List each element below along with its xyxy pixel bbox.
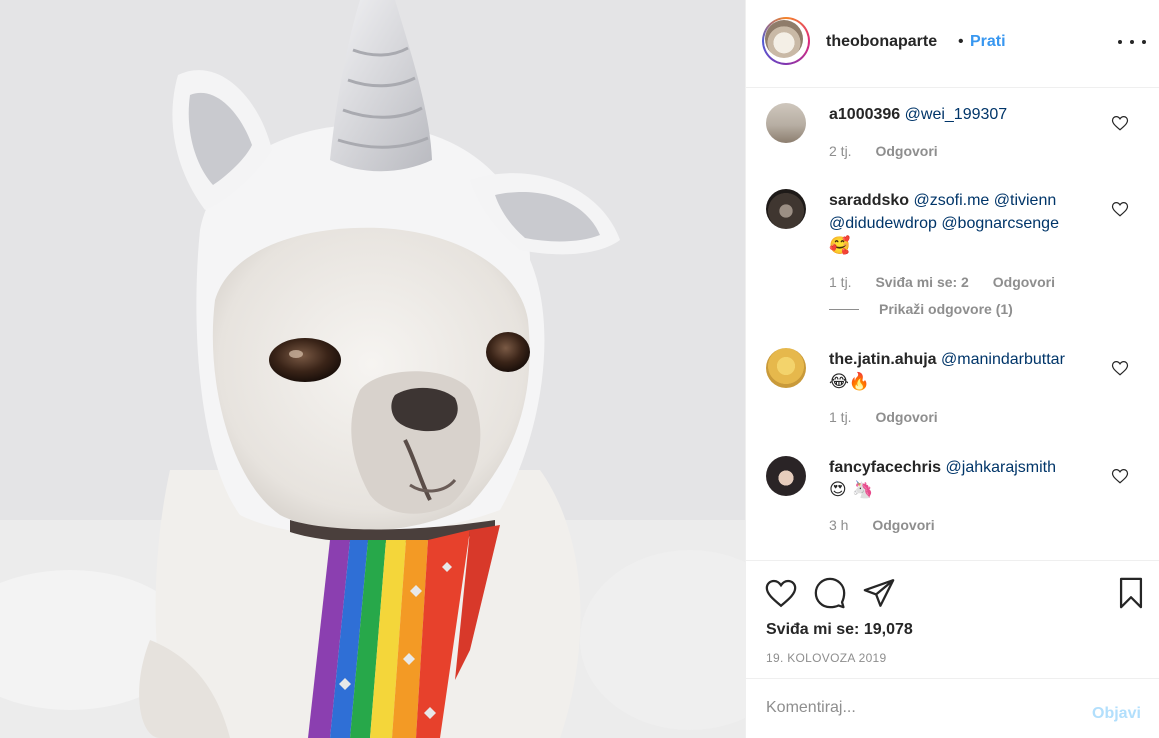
comment-time[interactable]: 1 tj. [829,409,852,425]
post-comment-button[interactable]: Objavi [1092,705,1141,723]
comment-username[interactable]: a1000396 [829,106,900,123]
comment-username[interactable]: the.jatin.ahuja [829,351,937,368]
comment-input[interactable] [766,695,1066,721]
comment-username[interactable]: saraddsko [829,192,909,209]
comment-time[interactable]: 1 tj. [829,274,852,290]
commenter-avatar[interactable] [766,348,806,388]
comment-emoji: 🥰 [829,236,851,256]
owner-username[interactable]: theobonaparte [826,33,937,51]
comment-icon[interactable] [813,576,847,610]
commenter-avatar[interactable] [766,189,806,229]
bookmark-icon[interactable] [1114,576,1148,610]
comment-meta: 3 h Odgovori [829,517,955,533]
instagram-post-view: theobonaparte • Prati a1000396 @wei_1993… [0,0,1159,738]
comment-text: fancyfacechris @jahkarajsmith 😍 🦄 [829,456,1109,502]
comment-emoji: 😂🔥 [829,372,871,392]
owner-avatar-image [765,20,803,58]
comment-meta: 1 tj. Odgovori [829,409,958,425]
comment-mentions[interactable]: @manindarbuttar [941,351,1065,368]
view-replies-button[interactable]: Prikaži odgovore (1) [829,301,1013,317]
share-icon[interactable] [862,576,896,610]
comments-list[interactable]: a1000396 @wei_199307 2 tj. Odgovori sara… [746,89,1159,559]
separator-dot: • [958,33,964,50]
comment-mentions[interactable]: @jahkarajsmith [946,459,1057,476]
comment-text: saraddsko @zsofi.me @tivienn @didudewdro… [829,189,1109,258]
post-header: theobonaparte • Prati [746,0,1159,88]
comment-like-count[interactable]: Sviđa mi se: 2 [875,274,968,290]
post-date[interactable]: 19. KOLOVOZA 2019 [766,651,887,665]
comment-mentions[interactable]: @wei_199307 [905,106,1008,123]
post-photo[interactable] [0,0,745,738]
comment-text: a1000396 @wei_199307 [829,103,1109,126]
post-like-count[interactable]: Sviđa mi se: 19,078 [766,621,913,639]
follow-button[interactable]: Prati [970,33,1006,51]
comment-text: the.jatin.ahuja @manindarbuttar 😂🔥 [829,348,1109,394]
comment-username[interactable]: fancyfacechris [829,459,941,476]
reply-button[interactable]: Odgovori [875,409,937,425]
reply-button[interactable]: Odgovori [872,517,934,533]
view-replies-label: Prikaži odgovore (1) [879,301,1013,317]
comment-composer: Objavi [746,678,1159,738]
more-dot [1118,40,1122,44]
comment-meta: 2 tj. Odgovori [829,143,958,159]
commenter-avatar[interactable] [766,103,806,143]
more-dot [1130,40,1134,44]
reply-button[interactable]: Odgovori [993,274,1055,290]
comment-like-heart-icon[interactable] [1111,467,1129,485]
heart-icon[interactable] [764,576,798,610]
comment-like-heart-icon[interactable] [1111,200,1129,218]
comment-time[interactable]: 3 h [829,517,848,533]
french-bulldog-unicorn-image [0,0,745,738]
more-options-icon[interactable] [1118,30,1146,54]
comment-emoji: 😍 🦄 [829,480,874,500]
post-actions: Sviđa mi se: 19,078 19. KOLOVOZA 2019 [746,560,1159,678]
comment-like-heart-icon[interactable] [1111,114,1129,132]
more-dot [1142,40,1146,44]
view-replies-line [829,308,859,310]
comment-meta: 1 tj. Sviđa mi se: 2 Odgovori [829,274,1075,290]
comment-time[interactable]: 2 tj. [829,143,852,159]
post-side-panel: theobonaparte • Prati a1000396 @wei_1993… [745,0,1159,738]
reply-button[interactable]: Odgovori [875,143,937,159]
comment-like-heart-icon[interactable] [1111,359,1129,377]
owner-avatar[interactable] [762,17,810,65]
commenter-avatar[interactable] [766,456,806,496]
